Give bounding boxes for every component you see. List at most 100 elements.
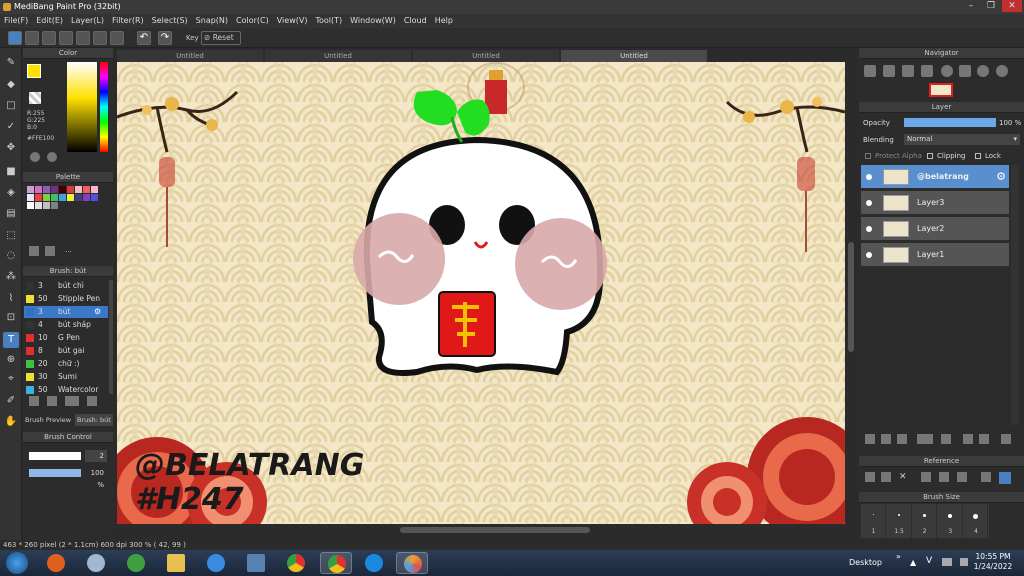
menu-help[interactable]: Help <box>431 14 457 28</box>
reset-button[interactable]: ⊘ Reset <box>201 31 241 45</box>
brush-size-option[interactable]: 4 <box>963 504 989 538</box>
add-layer-menu-icon[interactable] <box>917 434 933 444</box>
tray-arrow-icon[interactable]: ▲ <box>910 558 916 567</box>
vertical-scroll-thumb[interactable] <box>848 242 854 352</box>
menu-window[interactable]: Window(W) <box>346 14 400 28</box>
trash-icon[interactable] <box>1001 434 1011 444</box>
palette-swatch[interactable] <box>43 194 50 201</box>
eyedropper-icon[interactable]: ⌇ <box>3 291 19 307</box>
layer-opacity-slider[interactable] <box>904 118 996 127</box>
menu-view[interactable]: View(V) <box>273 14 312 28</box>
layer-row[interactable]: Layer3 <box>861 191 1009 215</box>
dropper-icon[interactable]: ✐ <box>3 393 19 409</box>
brush-tool-icon[interactable]: ✎ <box>3 55 19 71</box>
flip-icon[interactable] <box>959 65 971 77</box>
palette-swatch[interactable] <box>91 186 98 193</box>
saturation-picker[interactable] <box>67 62 97 152</box>
lasso-tool-icon[interactable]: ◌ <box>3 248 19 264</box>
minimize-button[interactable]: – <box>962 0 980 12</box>
color-settings-icon[interactable] <box>47 152 57 162</box>
palette-more[interactable]: ... <box>65 246 72 254</box>
taskbar-ie[interactable] <box>200 552 232 574</box>
magic-wand-icon[interactable]: ⁂ <box>3 269 19 285</box>
taskbar-skype[interactable] <box>358 552 390 574</box>
eraser-tool-icon[interactable]: ◆ <box>3 77 19 93</box>
grid-icon[interactable] <box>110 31 124 45</box>
transparent-swatch[interactable] <box>29 92 41 104</box>
visibility-icon[interactable] <box>866 174 872 180</box>
gear-icon[interactable]: ⚙ <box>996 165 1006 189</box>
palette-swatch[interactable] <box>75 194 82 201</box>
palette-swatch[interactable] <box>35 194 42 201</box>
hand-tool-icon[interactable]: ✋ <box>3 414 19 430</box>
brush-item[interactable]: 3 bút ⚙ <box>24 306 108 318</box>
check-tool-icon[interactable]: ✓ <box>3 119 19 135</box>
rectangle-tool-icon[interactable]: ■ <box>3 164 19 180</box>
palette-swatch[interactable] <box>35 202 42 209</box>
palette-swatch[interactable] <box>59 186 66 193</box>
brush-item[interactable]: 10 G Pen <box>24 332 108 344</box>
zoom-out-icon[interactable] <box>883 65 895 77</box>
dot-tool-icon[interactable]: □ <box>3 98 19 114</box>
fit-icon[interactable] <box>902 65 914 77</box>
close-button[interactable]: ✕ <box>1002 0 1022 12</box>
list-icon[interactable] <box>93 31 107 45</box>
brush-size-option[interactable]: 2 <box>912 504 938 538</box>
language-indicator-icon[interactable]: V <box>926 556 932 566</box>
palette-swatch[interactable] <box>43 186 50 193</box>
palette-swatch[interactable] <box>51 194 58 201</box>
brush-new-icon[interactable] <box>47 396 57 406</box>
operation-tool-icon[interactable]: ⊕ <box>3 352 19 368</box>
layer-row[interactable]: Layer1 <box>861 243 1009 267</box>
comment-icon[interactable] <box>42 31 56 45</box>
menu-edit[interactable]: Edit(E) <box>32 14 67 28</box>
palette-swatch[interactable] <box>51 186 58 193</box>
palette-swatch[interactable] <box>83 186 90 193</box>
actual-size-icon[interactable] <box>921 65 933 77</box>
brush-item[interactable]: 4 bút sháp <box>24 319 108 331</box>
brush-list-scrollbar[interactable] <box>109 280 113 394</box>
palette-swatch[interactable] <box>59 194 66 201</box>
select-pen-icon[interactable]: ⊡ <box>3 310 19 326</box>
reference-hand-icon[interactable] <box>999 472 1011 484</box>
delete-color-icon[interactable] <box>45 246 55 256</box>
clock[interactable]: 10:55 PM 1/24/2022 <box>968 552 1018 572</box>
hue-slider[interactable] <box>100 62 108 152</box>
taskbar-media-player[interactable] <box>40 552 72 574</box>
taskbar-app-6[interactable] <box>240 552 272 574</box>
select-tool-icon[interactable]: ⬚ <box>3 228 19 244</box>
drawing-canvas[interactable]: @BELATRANG #H247 <box>117 62 845 524</box>
navigator-preview[interactable] <box>929 83 953 97</box>
open-folder-icon[interactable] <box>881 472 891 482</box>
reference-fit-icon[interactable] <box>939 472 949 482</box>
menu-snap[interactable]: Snap(N) <box>192 14 232 28</box>
color-wheel-icon[interactable] <box>30 152 40 162</box>
start-button[interactable] <box>6 552 28 574</box>
protect-alpha-checkbox[interactable] <box>865 153 871 159</box>
tab-brush-preview[interactable]: Brush Preview <box>25 414 71 426</box>
tab-document-3[interactable]: Untitled <box>413 50 559 62</box>
brush-opacity-slider[interactable] <box>29 469 81 477</box>
layer-scrollbar[interactable] <box>1011 165 1019 425</box>
add-color-icon[interactable] <box>29 246 39 256</box>
reference-eyedropper-icon[interactable] <box>981 472 991 482</box>
flag-icon[interactable] <box>942 558 952 566</box>
canvas-horizontal-scrollbar[interactable] <box>117 524 846 536</box>
menu-cloud[interactable]: Cloud <box>400 14 431 28</box>
palette-swatch[interactable] <box>27 202 34 209</box>
palette-swatch[interactable] <box>35 186 42 193</box>
brush-item[interactable]: 8 bút gai <box>24 345 108 357</box>
palette-swatch[interactable] <box>67 194 74 201</box>
foreground-color-swatch[interactable] <box>27 64 41 78</box>
brush-size-slider[interactable] <box>29 452 81 460</box>
undo-icon[interactable]: ↶ <box>137 31 151 45</box>
brush-item[interactable]: 20 chữ :) <box>24 358 108 370</box>
new-layer-icon[interactable] <box>865 434 875 444</box>
new-8bit-layer-icon[interactable] <box>897 434 907 444</box>
lock-checkbox[interactable] <box>975 153 981 159</box>
taskbar-chrome-2[interactable] <box>320 552 352 574</box>
brush-preset-icon[interactable] <box>29 396 39 406</box>
cloud-icon[interactable] <box>8 31 22 45</box>
taskbar-app-2[interactable] <box>80 552 112 574</box>
gear-icon[interactable]: ⚙ <box>94 306 101 318</box>
